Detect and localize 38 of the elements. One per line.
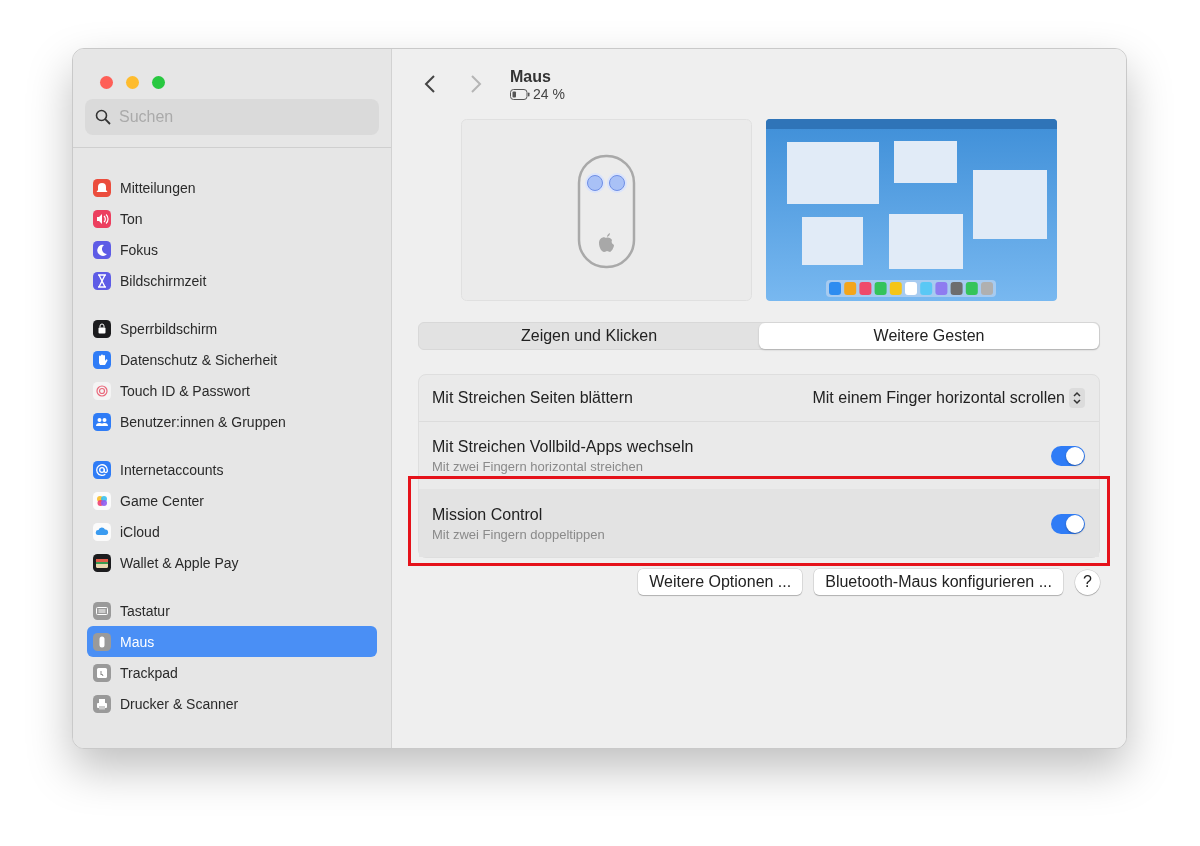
- segment-tab[interactable]: Zeigen und Klicken: [419, 323, 759, 349]
- setting-label: Mit Streichen Vollbild-Apps wechseln: [432, 437, 694, 456]
- sidebar-item[interactable]: Game Center: [87, 485, 377, 516]
- zoom-button[interactable]: [152, 76, 165, 89]
- toggle-switch[interactable]: [1051, 445, 1085, 466]
- sidebar-item[interactable]: Fokus: [87, 234, 377, 265]
- sidebar-item[interactable]: Wallet & Apple Pay: [87, 547, 377, 578]
- action-button[interactable]: Bluetooth-Maus konfigurieren ...: [814, 569, 1063, 595]
- sidebar-item[interactable]: Ton: [87, 203, 377, 234]
- sidebar-item[interactable]: Internetaccounts: [87, 454, 377, 485]
- toggle-switch[interactable]: [1051, 513, 1085, 534]
- search-icon: [95, 109, 111, 125]
- sidebar-item[interactable]: Tastatur: [87, 595, 377, 626]
- sidebar-item[interactable]: Trackpad: [87, 657, 377, 688]
- close-button[interactable]: [100, 76, 113, 89]
- setting-label: Mit Streichen Seiten blättern: [432, 389, 633, 407]
- chevron-left-icon: [424, 74, 436, 94]
- sidebar-item[interactable]: Sperrbildschirm: [87, 313, 377, 344]
- battery-level-text: 24 %: [533, 86, 565, 102]
- segment-tab[interactable]: Weitere Gesten: [759, 323, 1099, 349]
- setting-description: Mit zwei Fingern doppeltippen: [432, 526, 605, 542]
- chevron-up-down-icon: [1069, 388, 1085, 408]
- sidebar-item[interactable]: Touch ID & Passwort: [87, 375, 377, 406]
- sidebar-item[interactable]: Datenschutz & Sicherheit: [87, 344, 377, 375]
- page-title: Maus: [510, 68, 552, 86]
- battery-icon: [510, 88, 530, 100]
- popup-menu[interactable]: Mit einem Finger horizontal scrollen: [812, 388, 1085, 408]
- action-button[interactable]: Weitere Optionen ...: [638, 569, 803, 595]
- chevron-right-icon: [470, 74, 482, 94]
- setting-label: Mission Control: [432, 505, 544, 524]
- sidebar-item[interactable]: Benutzer:innen & Gruppen: [87, 406, 377, 437]
- sidebar-item[interactable]: Drucker & Scanner: [87, 688, 377, 719]
- help-button[interactable]: ?: [1075, 569, 1100, 595]
- minimize-button[interactable]: [126, 76, 139, 89]
- setting-description: Mit zwei Fingern horizontal streichen: [432, 458, 644, 474]
- sidebar-item[interactable]: Bildschirmzeit: [87, 265, 377, 296]
- sidebar-item[interactable]: Mitteilungen: [87, 172, 377, 203]
- sidebar-item[interactable]: iCloud: [87, 516, 377, 547]
